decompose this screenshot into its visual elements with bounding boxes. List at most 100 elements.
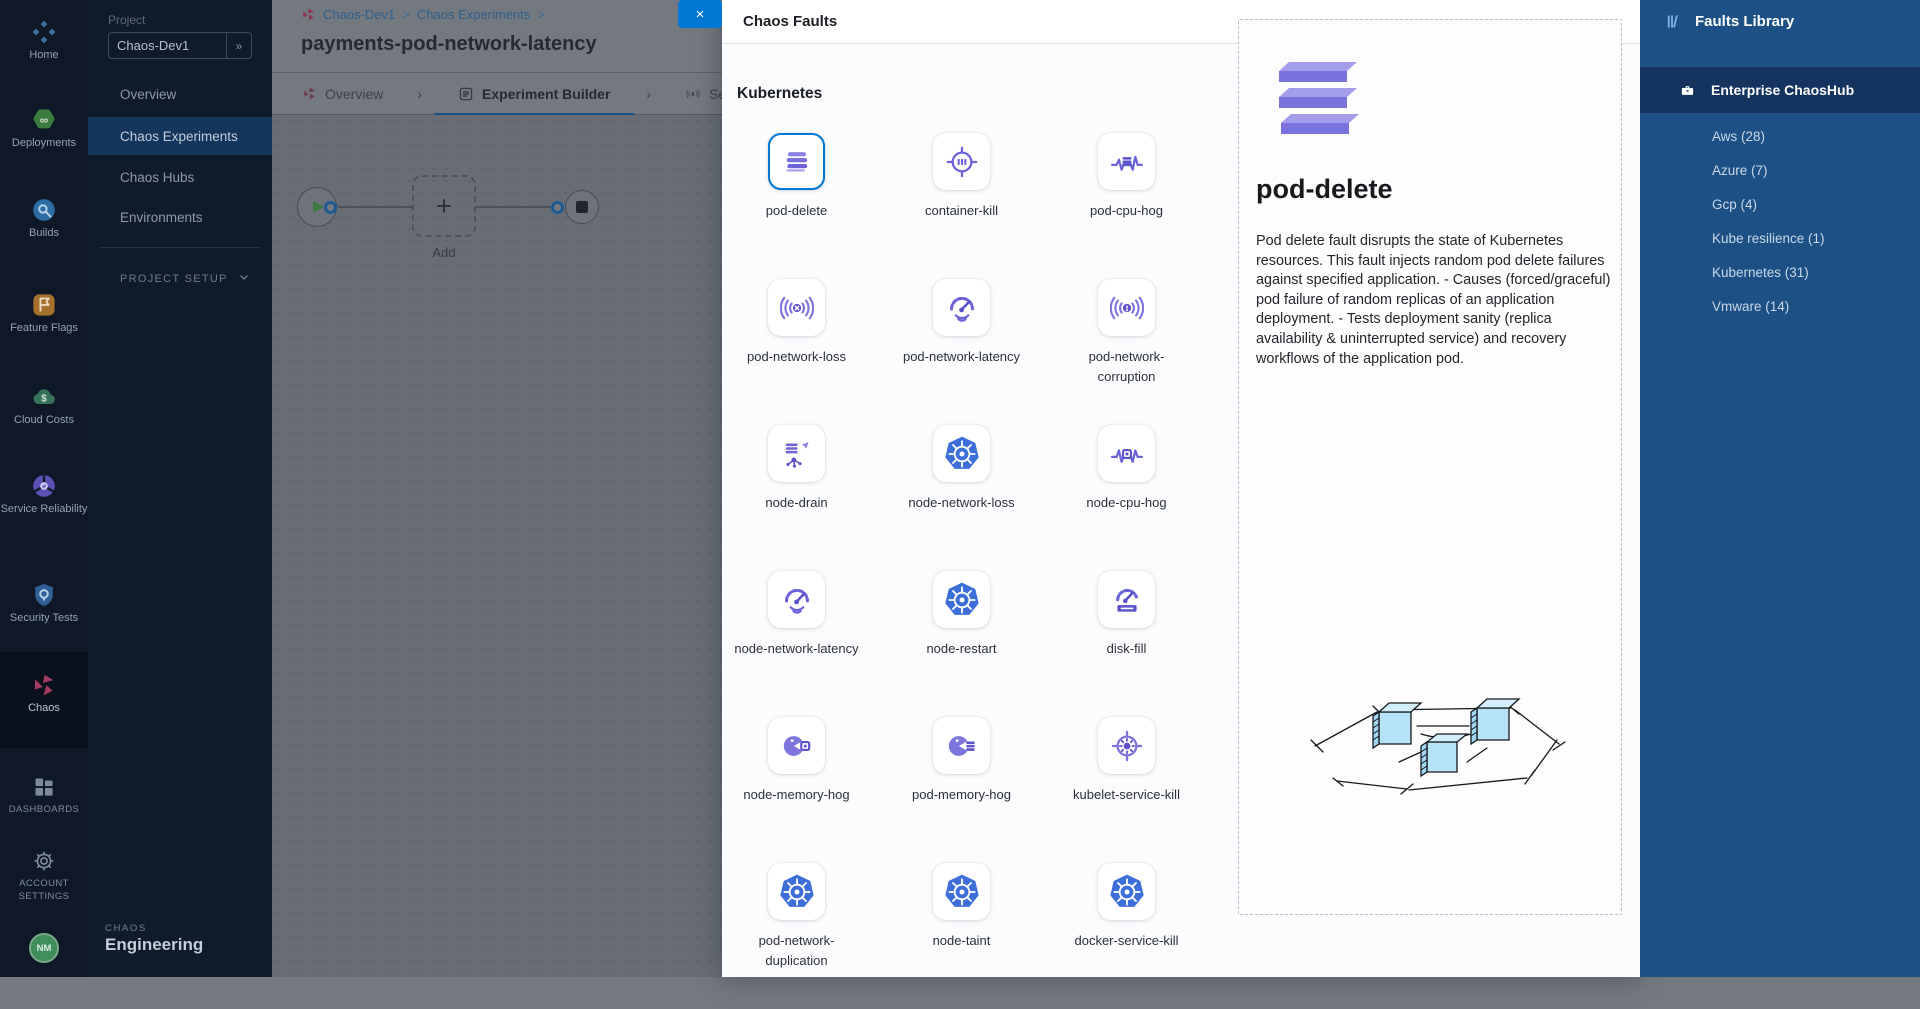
sidebar-item-chaos-hubs[interactable]: Chaos Hubs [88, 158, 272, 196]
fault-card-label: node-cpu-hog [1086, 493, 1166, 513]
rail-item-feature-flags[interactable]: Feature Flags [0, 292, 88, 335]
fault-card-kubelet-service-kill[interactable]: kubelet-service-kill [1052, 717, 1202, 863]
project-panel: Project Chaos-Dev1 » OverviewChaos Exper… [88, 0, 272, 977]
pod-delete-icon [1269, 60, 1365, 143]
tab-overview[interactable]: Overview [280, 73, 405, 115]
crosshair-bars-icon [945, 145, 979, 179]
fault-card-node-network-loss[interactable]: node-network-loss [887, 425, 1037, 571]
fault-card-label: disk-fill [1107, 639, 1147, 659]
end-connector[interactable] [551, 201, 564, 214]
faults-library-category-kube-resilience[interactable]: Kube resilience (1) [1640, 221, 1920, 255]
fault-card-label: pod-cpu-hog [1090, 201, 1163, 221]
drain-icon [780, 437, 814, 471]
k8s-icon [942, 580, 982, 620]
pulse-chip-icon [1110, 437, 1144, 471]
rail-item-security-tests[interactable]: Security Tests [0, 582, 88, 625]
fault-card-label: pod-memory-hog [912, 785, 1011, 805]
speedo-signal-icon [780, 583, 814, 617]
faults-library-category-kubernetes[interactable]: Kubernetes (31) [1640, 255, 1920, 289]
fault-card-docker-service-kill[interactable]: docker-service-kill [1052, 863, 1202, 1009]
sidebar-item-environments[interactable]: Environments [88, 198, 272, 236]
faults-library-category-aws[interactable]: Aws (28) [1640, 119, 1920, 153]
fault-card-node-cpu-hog[interactable]: node-cpu-hog [1052, 425, 1202, 571]
rail-item-account-settings[interactable]: ACCOUNT SETTINGS [0, 849, 88, 903]
rail-item-deployments[interactable]: ∞Deployments [0, 107, 88, 150]
faults-section-title: Kubernetes [737, 85, 822, 103]
sidebar-item-overview[interactable]: Overview [88, 75, 272, 113]
add-step-button[interactable]: + [412, 175, 476, 237]
start-connector[interactable] [324, 201, 337, 214]
fault-card-pod-memory-hog[interactable]: pod-memory-hog [887, 717, 1037, 863]
pacman-stack-icon [945, 729, 979, 763]
close-modal-button[interactable]: × [678, 0, 722, 28]
library-icon [1665, 13, 1682, 30]
fault-card-pod-network-loss[interactable]: pod-network-loss [722, 279, 872, 425]
rail-item-home[interactable]: Home [0, 19, 88, 62]
fault-card-label: pod-network-duplication [733, 931, 861, 970]
rail-item-chaos[interactable]: Chaos [0, 672, 88, 715]
project-setup-toggle[interactable]: PROJECT SETUP [120, 271, 250, 286]
builder-icon [458, 86, 474, 102]
avatar[interactable]: NM [29, 933, 59, 963]
tab-se[interactable]: Se [663, 73, 722, 115]
deployments-icon: ∞ [0, 107, 88, 133]
fault-card-node-memory-hog[interactable]: node-memory-hog [722, 717, 872, 863]
fault-card-label: node-network-loss [908, 493, 1014, 513]
sidebar-item-chaos-experiments[interactable]: Chaos Experiments [88, 117, 272, 155]
breadcrumb-experiments-link[interactable]: Chaos Experiments [417, 7, 530, 22]
cloud-costs-icon: $ [0, 384, 88, 410]
page-title: payments-pod-network-latency [301, 33, 597, 56]
rail-item-builds[interactable]: Builds [0, 197, 88, 240]
pulse-stack-icon [1110, 145, 1144, 179]
k8s-icon [942, 434, 982, 474]
fault-card-pod-delete[interactable]: pod-delete [722, 133, 872, 279]
fault-card-node-drain[interactable]: node-drain [722, 425, 872, 571]
settings-icon [0, 849, 88, 873]
fault-card-pod-network-duplication[interactable]: pod-network-duplication [722, 863, 872, 1009]
k8s-icon [777, 872, 817, 912]
fault-card-label: node-drain [765, 493, 827, 513]
chaos-logo-icon [302, 86, 317, 101]
fault-card-pod-network-latency[interactable]: pod-network-latency [887, 279, 1037, 425]
end-node[interactable] [565, 190, 599, 224]
fault-detail-panel: pod-delete Pod delete fault disrupts the… [1238, 19, 1622, 915]
category-list: Aws (28)Azure (7)Gcp (4)Kube resilience … [1640, 119, 1920, 323]
faults-library-category-gcp[interactable]: Gcp (4) [1640, 187, 1920, 221]
fault-card-label: container-kill [925, 201, 998, 221]
fault-card-disk-fill[interactable]: disk-fill [1052, 571, 1202, 717]
expand-panel-button[interactable]: » [226, 33, 251, 58]
rail-item-service-reliability[interactable]: Service Reliability [0, 473, 88, 516]
tab-bar: Overview›Experiment Builder›Se [272, 73, 722, 115]
project-selector[interactable]: Chaos-Dev1 » [108, 32, 252, 59]
fault-card-container-kill[interactable]: container-kill [887, 133, 1037, 279]
project-name: Chaos-Dev1 [109, 38, 226, 53]
fault-card-pod-cpu-hog[interactable]: pod-cpu-hog [1052, 133, 1202, 279]
module-brand: CHAOS Engineering [105, 923, 203, 955]
add-step-label: Add [412, 245, 476, 260]
chevron-right-icon: › [646, 86, 651, 102]
rail-item-cloud-costs[interactable]: $Cloud Costs [0, 384, 88, 427]
fault-card-label: node-memory-hog [743, 785, 849, 805]
cubes-illustration [1281, 670, 1577, 815]
chaos-faults-modal: Chaos Faults Kubernetes pod-deletecontai… [722, 0, 1640, 977]
experiment-canvas[interactable]: + Add [272, 115, 722, 977]
tab-experiment-builder[interactable]: Experiment Builder [434, 73, 634, 115]
svg-text:∞: ∞ [40, 113, 49, 127]
faults-library-category-vmware[interactable]: Vmware (14) [1640, 289, 1920, 323]
breadcrumb-project-link[interactable]: Chaos-Dev1 [323, 7, 395, 22]
k8s-icon [1107, 872, 1147, 912]
fault-card-node-network-latency[interactable]: node-network-latency [722, 571, 872, 717]
stack-icon [780, 145, 814, 179]
enterprise-chaoshub-item[interactable]: Enterprise ChaosHub [1640, 67, 1920, 113]
breadcrumb: Chaos-Dev1 > Chaos Experiments > [301, 7, 545, 22]
fault-card-node-taint[interactable]: node-taint [887, 863, 1037, 1009]
edge-line [476, 206, 551, 208]
k8s-icon [942, 872, 982, 912]
rail-item-dashboards[interactable]: DASHBOARDS [0, 775, 88, 816]
fault-card-label: pod-network-loss [747, 347, 846, 367]
fault-card-node-restart[interactable]: node-restart [887, 571, 1037, 717]
faults-library-category-azure[interactable]: Azure (7) [1640, 153, 1920, 187]
stop-icon [576, 201, 588, 213]
fault-card-pod-network-corruption[interactable]: pod-network-corruption [1052, 279, 1202, 425]
chaos-icon [0, 672, 88, 698]
